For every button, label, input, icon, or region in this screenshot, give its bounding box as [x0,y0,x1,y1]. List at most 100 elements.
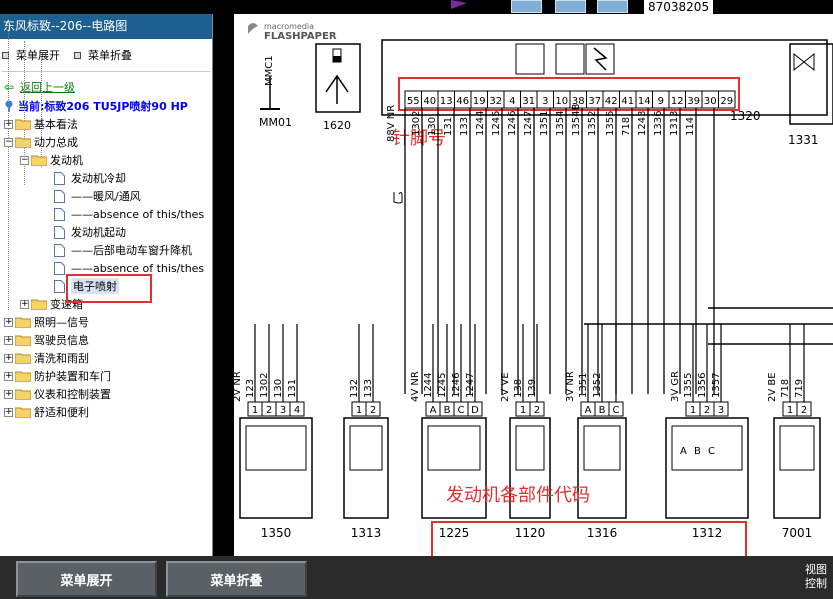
document-icon [54,171,65,185]
pin-label: 3 [280,405,286,416]
wire-code: 131 [287,379,298,398]
expand-icon: + [4,316,13,327]
valve-icon [793,52,815,72]
pin-label: 2 [534,405,540,416]
wire-code: 1357 [711,373,722,398]
component-7001: 1 718 2 719 2V BE 7001 [767,324,821,540]
document-icon [54,243,65,257]
component-code: 1313 [351,526,382,540]
document-icon [54,279,65,293]
wire-code: 1243 [637,111,648,136]
connector-label: 2V BE [767,372,778,402]
toolbar-button-2[interactable] [555,0,586,13]
toolbar-button-3[interactable] [597,0,628,13]
pin-letter: C [708,446,715,457]
document-icon [54,207,65,221]
document-icon [54,189,65,203]
component-code: 1225 [439,526,470,540]
tree-item-protection-doors[interactable]: + 防护装置和车门 [0,367,212,385]
tree-item-engine[interactable]: − 发动机 [0,151,212,169]
wire-code: 1247 [465,373,476,398]
tree-item-powertrain[interactable]: − 动力总成 [0,133,212,151]
wire-code: 1356 [697,373,708,398]
component-symbol [779,425,815,471]
back-arrow-icon: ⇦ [4,80,15,94]
pin-number: 31 [522,96,535,107]
supply-label: 88V NR [386,105,397,142]
pin-label: B [444,405,451,416]
component-1350: 1 123 2 1302 3 130 4 131 2V NR 1350 [234,324,313,540]
pin-label: B [599,405,606,416]
logo-bottom: FLASHPAPER [264,31,337,42]
wire-code: 1245 [437,373,448,398]
folder-icon [15,389,31,400]
mmc-label: MMC1 [264,55,275,86]
pin-number: 40 [423,96,436,107]
pin-label: 4 [294,405,300,416]
pin-label: 1 [787,405,793,416]
tree-item-instruments[interactable]: + 仪表和控制装置 [0,385,212,403]
collapse-icon: − [20,154,29,165]
pin-letter: B [694,446,701,457]
folder-icon [15,407,31,418]
expand-icon: + [4,334,13,345]
expand-menu-button[interactable]: 菜单展开 [16,561,157,597]
tree-item-heating[interactable]: ——暖风/通风 [0,187,212,205]
tree-item-basic[interactable]: + 基本看法 [0,115,212,133]
wire-code: 114 [685,117,696,136]
menu-tree: + 基本看法 − 动力总成 − 发动机 发动机冷却 ——暖风/通风 ——abse… [0,23,212,421]
component-box [665,417,749,519]
wire-code: 138 [513,379,524,398]
pin-number: 41 [621,96,634,107]
wiring-diagram-viewer[interactable]: macromedia FLASHPAPER 1620 MM01 MMC1 132… [234,14,833,556]
component-code: 1350 [261,526,292,540]
back-link[interactable]: ⇦ 返回上一级 [0,77,212,97]
expand-menu-link[interactable]: 菜单展开 [2,47,60,63]
tree-item-driver-info[interactable]: + 驾驶员信息 [0,331,212,349]
pin-label: A [430,405,437,416]
sensor-symbol-icon [325,74,349,104]
wire-code: 1313 [669,111,680,136]
component-symbol [245,425,307,471]
tree-item-engine-start[interactable]: 发动机起动 [0,223,212,241]
folder-icon [15,119,31,130]
pin-number: 30 [704,96,717,107]
flag-icon [451,0,467,9]
tree-item-comfort[interactable]: + 舒适和便利 [0,403,212,421]
pin-number: 32 [489,96,502,107]
wire-code: 1302 [411,111,422,136]
wire-code: 1355 [683,373,694,398]
view-control[interactable]: 视图 控制 [803,563,829,591]
collapse-icon: − [4,136,13,147]
panel-controls: 菜单展开 菜单折叠 [0,39,212,71]
component-box [343,417,389,519]
wire-code: 133 [363,379,374,398]
expand-icon: + [4,118,13,129]
open-folder-icon [15,137,31,148]
pin-label: C [613,405,620,416]
tree-item-rear-window[interactable]: ——后部电动车窗升降机 [0,241,212,259]
wire-code: 1245 [491,111,502,136]
pin-number: 42 [605,96,618,107]
pin-label: 1 [520,405,526,416]
component-code: 1312 [692,526,723,540]
app-window: 87038205 东风标致--206--电路图 菜单展开 菜单折叠 ⇦ 返回上一级… [0,0,833,599]
tree-item-wash-wipe[interactable]: + 清洗和雨刮 [0,349,212,367]
wire-code: 131 [443,117,454,136]
tree-item-engine-cooling[interactable]: 发动机冷却 [0,169,212,187]
pin-label: 1 [690,405,696,416]
component-symbol [349,425,383,471]
expand-icon: + [20,298,29,309]
tree-item-lighting[interactable]: + 照明—信号 [0,313,212,331]
toolbar-button-1[interactable] [511,0,542,13]
view-label: 视图 [805,563,827,576]
collapse-menu-link[interactable]: 菜单折叠 [74,47,132,63]
wire-code: 719 [794,379,805,398]
component-symbol [583,425,621,471]
navigation-panel: 东风标致--206--电路图 菜单展开 菜单折叠 ⇦ 返回上一级 当前:标致206… [0,14,213,556]
tree-item-absence-1[interactable]: ——absence of this/thes [0,205,212,223]
wire-code: 1244 [475,111,486,136]
wire-code: 133 [459,117,470,136]
collapse-menu-button[interactable]: 菜单折叠 [166,561,307,597]
folder-icon [31,299,47,310]
